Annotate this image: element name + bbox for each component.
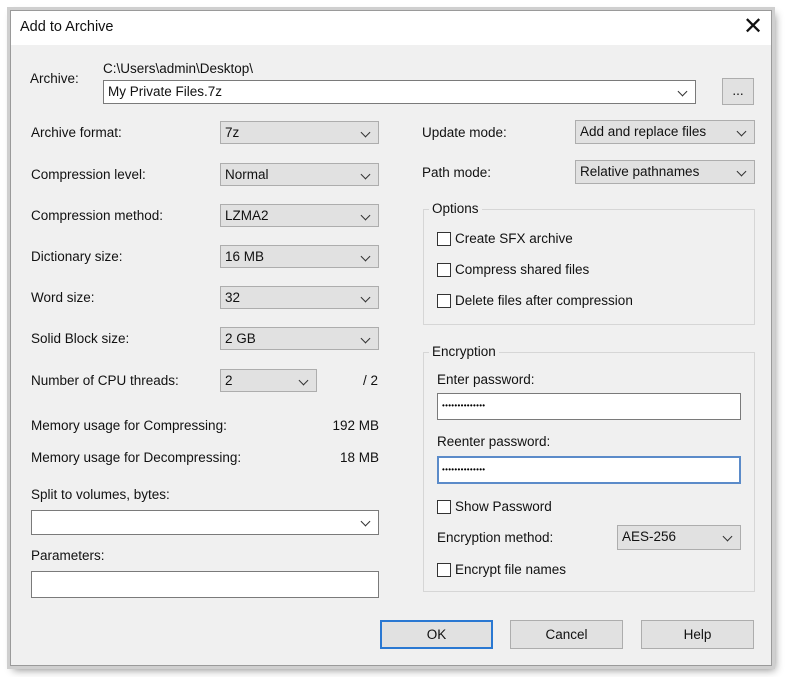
cancel-button[interactable]: Cancel bbox=[510, 620, 623, 649]
show-password-checkbox[interactable] bbox=[437, 500, 451, 514]
memory-decompress-label: Memory usage for Decompressing: bbox=[31, 450, 242, 465]
chevron-down-icon bbox=[360, 292, 371, 303]
compress-shared-label: Compress shared files bbox=[455, 262, 590, 277]
ok-label: OK bbox=[426, 627, 447, 642]
enter-password-mask: •••••••••••••• bbox=[442, 401, 486, 410]
enter-password-input[interactable]: •••••••••••••• bbox=[437, 393, 741, 420]
chevron-down-icon bbox=[736, 166, 747, 177]
archive-format-value: 7z bbox=[225, 125, 240, 140]
cpu-threads-value: 2 bbox=[225, 373, 233, 388]
cpu-threads-max: / 2 bbox=[363, 373, 379, 388]
archive-format-select[interactable]: 7z bbox=[220, 121, 379, 144]
chevron-down-icon bbox=[298, 375, 309, 386]
chevron-down-icon bbox=[360, 210, 371, 221]
create-sfx-label: Create SFX archive bbox=[455, 231, 573, 246]
update-mode-label: Update mode: bbox=[422, 125, 507, 140]
solid-block-size-select[interactable]: 2 GB bbox=[220, 327, 379, 350]
ok-button[interactable]: OK bbox=[380, 620, 493, 649]
encryption-method-value: AES-256 bbox=[622, 529, 677, 544]
split-volumes-label: Split to volumes, bytes: bbox=[31, 487, 170, 502]
close-icon: ✕ bbox=[742, 13, 764, 40]
close-button[interactable]: ✕ bbox=[735, 11, 771, 45]
path-mode-label: Path mode: bbox=[422, 165, 492, 180]
add-to-archive-dialog: Add to Archive ✕ Archive: C:\Users\admin… bbox=[10, 10, 772, 666]
create-sfx-checkbox[interactable] bbox=[437, 232, 451, 246]
update-mode-select[interactable]: Add and replace files bbox=[575, 120, 755, 144]
encrypt-names-label: Encrypt file names bbox=[455, 562, 567, 577]
compression-level-label: Compression level: bbox=[31, 167, 146, 182]
reenter-password-label: Reenter password: bbox=[437, 434, 551, 449]
solid-block-size-label: Solid Block size: bbox=[31, 331, 130, 346]
parameters-input[interactable] bbox=[31, 571, 379, 598]
archive-path: C:\Users\admin\Desktop\ bbox=[103, 61, 254, 76]
chevron-down-icon bbox=[360, 251, 371, 262]
memory-compress-value: 192 MB bbox=[332, 418, 379, 433]
compression-method-label: Compression method: bbox=[31, 208, 164, 223]
encryption-group-title: Encryption bbox=[429, 344, 499, 359]
reenter-password-mask: •••••••••••••• bbox=[442, 465, 486, 474]
browse-label: ... bbox=[732, 83, 744, 98]
word-size-select[interactable]: 32 bbox=[220, 286, 379, 309]
options-group-title: Options bbox=[429, 201, 482, 216]
solid-block-size-value: 2 GB bbox=[225, 331, 256, 346]
cpu-threads-label: Number of CPU threads: bbox=[31, 373, 179, 388]
chevron-down-icon bbox=[722, 531, 733, 542]
title-bar: Add to Archive ✕ bbox=[11, 11, 771, 45]
show-password-label: Show Password bbox=[455, 499, 552, 514]
chevron-down-icon bbox=[360, 127, 371, 138]
parameters-label: Parameters: bbox=[31, 548, 105, 563]
encryption-method-label: Encryption method: bbox=[437, 530, 554, 545]
chevron-down-icon bbox=[677, 86, 688, 97]
enter-password-label: Enter password: bbox=[437, 372, 535, 387]
encrypt-names-checkbox[interactable] bbox=[437, 563, 451, 577]
archive-format-label: Archive format: bbox=[31, 125, 122, 140]
memory-compress-label: Memory usage for Compressing: bbox=[31, 418, 227, 433]
memory-decompress-value: 18 MB bbox=[339, 450, 379, 465]
delete-after-checkbox[interactable] bbox=[437, 294, 451, 308]
compression-level-select[interactable]: Normal bbox=[220, 163, 379, 186]
split-volumes-combo[interactable] bbox=[31, 510, 379, 535]
help-button[interactable]: Help bbox=[641, 620, 754, 649]
compression-method-select[interactable]: LZMA2 bbox=[220, 204, 379, 227]
cpu-threads-select[interactable]: 2 bbox=[220, 369, 317, 392]
delete-after-label: Delete files after compression bbox=[455, 293, 633, 308]
chevron-down-icon bbox=[360, 169, 371, 180]
compression-level-value: Normal bbox=[225, 167, 269, 182]
archive-filename-value: My Private Files.7z bbox=[108, 84, 223, 99]
cancel-label: Cancel bbox=[545, 627, 588, 642]
compression-method-value: LZMA2 bbox=[225, 208, 269, 223]
archive-filename-combo[interactable]: My Private Files.7z bbox=[103, 80, 696, 104]
chevron-down-icon bbox=[360, 333, 371, 344]
dictionary-size-value: 16 MB bbox=[225, 249, 265, 264]
help-label: Help bbox=[683, 627, 712, 642]
encryption-method-select[interactable]: AES-256 bbox=[617, 525, 741, 550]
update-mode-value: Add and replace files bbox=[580, 124, 707, 139]
path-mode-select[interactable]: Relative pathnames bbox=[575, 160, 755, 184]
browse-button[interactable]: ... bbox=[722, 78, 754, 105]
compress-shared-checkbox[interactable] bbox=[437, 263, 451, 277]
word-size-value: 32 bbox=[225, 290, 241, 305]
chevron-down-icon bbox=[736, 126, 747, 137]
word-size-label: Word size: bbox=[31, 290, 95, 305]
path-mode-value: Relative pathnames bbox=[580, 164, 700, 179]
chevron-down-icon bbox=[360, 516, 371, 527]
dialog-title: Add to Archive bbox=[20, 19, 114, 35]
reenter-password-input[interactable]: •••••••••••••• bbox=[437, 456, 741, 484]
archive-label: Archive: bbox=[30, 71, 79, 86]
dictionary-size-select[interactable]: 16 MB bbox=[220, 245, 379, 268]
dictionary-size-label: Dictionary size: bbox=[31, 249, 123, 264]
